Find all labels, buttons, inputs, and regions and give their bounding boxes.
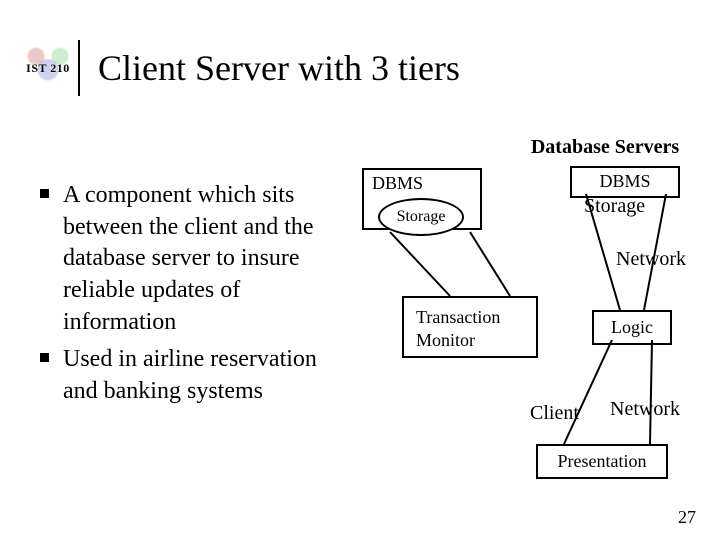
- slide: IST 210 Client Server with 3 tiers A com…: [0, 0, 720, 540]
- title-wrap: Client Server with 3 tiers: [78, 40, 460, 96]
- slide-number: 27: [678, 507, 696, 528]
- bullet-list: A component which sits between the clien…: [40, 180, 345, 414]
- list-item: Used in airline reservation and banking …: [40, 344, 345, 407]
- slide-header: IST 210 Client Server with 3 tiers: [18, 40, 460, 96]
- course-code: IST 210: [26, 61, 70, 76]
- network-label-top: Network: [616, 248, 686, 271]
- course-logo: IST 210: [18, 40, 78, 96]
- architecture-diagram: Database Servers DBMS DBMS Storage Stora…: [350, 140, 700, 520]
- bullet-icon: [40, 189, 49, 198]
- slide-title: Client Server with 3 tiers: [98, 47, 460, 89]
- logic-box: Logic: [592, 310, 672, 345]
- bullet-text: A component which sits between the clien…: [63, 180, 345, 338]
- storage-label-right: Storage: [584, 195, 666, 225]
- list-item: A component which sits between the clien…: [40, 180, 345, 338]
- storage-oval-left: Storage: [378, 198, 464, 236]
- network-label-bottom: Network: [610, 398, 680, 421]
- storage-label: Storage: [397, 208, 446, 226]
- bullet-icon: [40, 353, 49, 362]
- bullet-text: Used in airline reservation and banking …: [63, 344, 345, 407]
- transaction-monitor-box: Transaction Monitor: [402, 296, 538, 358]
- transaction-monitor-label: Transaction Monitor: [416, 307, 500, 350]
- database-servers-heading: Database Servers: [505, 136, 705, 159]
- client-label: Client: [530, 402, 579, 425]
- presentation-box: Presentation: [536, 444, 668, 479]
- dbms-box-right: DBMS: [570, 166, 680, 198]
